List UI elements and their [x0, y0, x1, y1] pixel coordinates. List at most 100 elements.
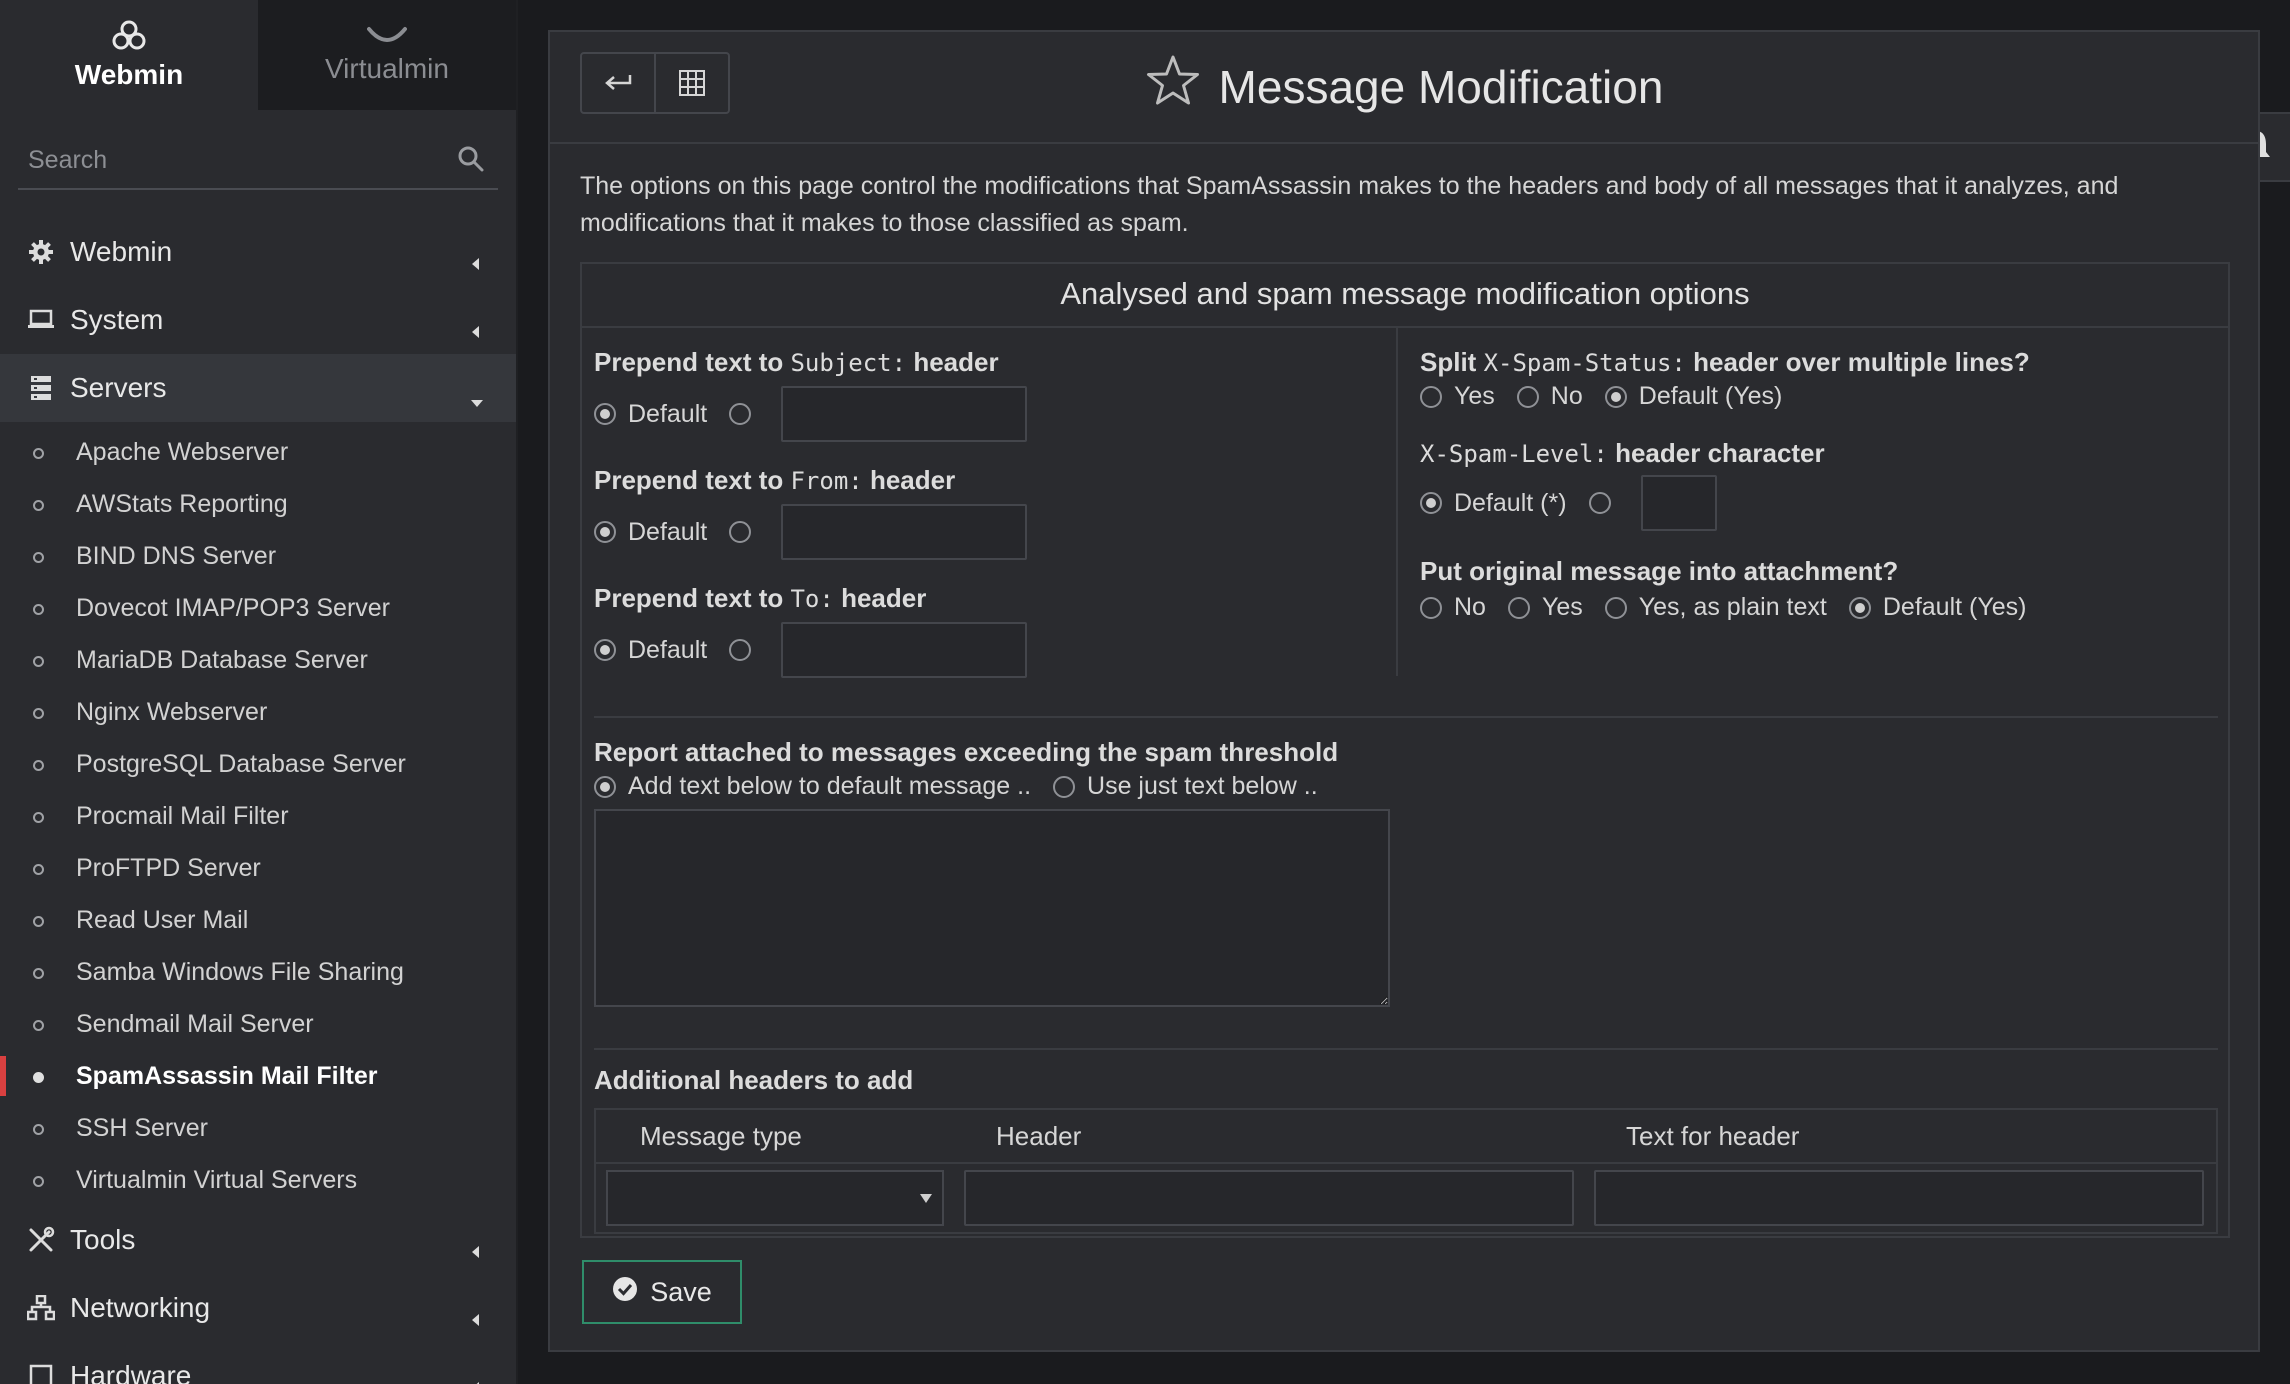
sidebar-item-procmail[interactable]: Procmail Mail Filter — [0, 790, 516, 842]
sidebar-item-ssh[interactable]: SSH Server — [0, 1102, 516, 1154]
sidebar-item-virtualmin-servers[interactable]: Virtualmin Virtual Servers — [0, 1154, 516, 1206]
sidebar-item-label: MariaDB Database Server — [76, 645, 368, 674]
page-title-wrap: Message Modification — [550, 54, 2258, 119]
radio-label: Default (Yes) — [1882, 593, 2027, 621]
header-options: Split X-Spam-Status: header over multipl… — [1420, 344, 2210, 642]
bullet-icon — [33, 656, 44, 667]
webmin-switch[interactable]: Webmin — [0, 0, 258, 110]
gear-icon — [26, 237, 56, 267]
save-button[interactable]: Save — [582, 1260, 742, 1324]
from-custom-radio[interactable] — [729, 521, 752, 543]
radio-label: Add text below to default message .. — [628, 772, 1032, 800]
sidebar-item-nginx[interactable]: Nginx Webserver — [0, 686, 516, 738]
webmin-switch-label: Webmin — [74, 59, 184, 90]
attach-no-radio[interactable] — [1420, 596, 1442, 619]
bullet-icon — [33, 812, 44, 823]
sidebar-category-servers[interactable]: Servers — [0, 354, 516, 422]
caret-left-icon — [470, 1370, 480, 1384]
bullet-icon — [33, 500, 44, 511]
spam-level-field: X-Spam-Level: header character Default (… — [1420, 435, 2210, 531]
sidebar-item-samba[interactable]: Samba Windows File Sharing — [0, 946, 516, 998]
header-name-input[interactable] — [964, 1170, 1574, 1226]
sidebar-item-read-user-mail[interactable]: Read User Mail — [0, 894, 516, 946]
sidebar-item-awstats[interactable]: AWStats Reporting — [0, 478, 516, 530]
label-code: X-Spam-Status: — [1483, 349, 1686, 377]
sidebar-item-label: AWStats Reporting — [76, 489, 288, 518]
radio-label: Yes, as plain text — [1638, 593, 1827, 621]
sidebar-category-tools[interactable]: Tools — [0, 1206, 516, 1274]
caret-left-icon — [470, 1302, 480, 1334]
split-no-radio[interactable] — [1516, 385, 1539, 408]
label-text: header character — [1615, 438, 1825, 468]
spam-level-char-input[interactable] — [1640, 475, 1717, 531]
split-default-radio[interactable] — [1604, 385, 1627, 408]
bullet-icon — [33, 708, 44, 719]
bullet-icon — [33, 604, 44, 615]
from-prepend-input[interactable] — [781, 504, 1028, 560]
server-icon — [26, 373, 56, 403]
from-default-radio[interactable] — [594, 521, 616, 543]
servers-submenu: Apache Webserver AWStats Reporting BIND … — [0, 426, 516, 1206]
field-label: Prepend text to To: header — [594, 580, 1384, 616]
sidebar-category-hardware[interactable]: Hardware — [0, 1342, 516, 1384]
level-custom-radio[interactable] — [1588, 492, 1611, 514]
subject-default-radio[interactable] — [594, 403, 616, 425]
split-yes-radio[interactable] — [1420, 385, 1442, 408]
to-prepend-input[interactable] — [781, 622, 1028, 678]
header-text-input[interactable] — [1594, 1170, 2204, 1226]
sidebar-category-networking[interactable]: Networking — [0, 1274, 516, 1342]
sidebar-item-dovecot[interactable]: Dovecot IMAP/POP3 Server — [0, 582, 516, 634]
to-default-radio[interactable] — [594, 639, 616, 661]
sidebar-item-apache[interactable]: Apache Webserver — [0, 426, 516, 478]
subject-prepend-field: Prepend text to Subject: header Default — [594, 344, 1384, 442]
sidebar-category-system[interactable]: System — [0, 286, 516, 354]
sidebar-item-bind[interactable]: BIND DNS Server — [0, 530, 516, 582]
sidebar-menu: Webmin System Servers Apache Webserver A… — [0, 218, 516, 1384]
star-icon[interactable] — [1145, 54, 1201, 119]
attachment-field: Put original message into attachment? No… — [1420, 553, 2210, 622]
virtualmin-switch-label: Virtualmin — [325, 53, 449, 84]
sidebar-item-mariadb[interactable]: MariaDB Database Server — [0, 634, 516, 686]
sidebar-category-webmin[interactable]: Webmin — [0, 218, 516, 286]
search-icon[interactable] — [458, 146, 484, 177]
report-add-radio[interactable] — [594, 775, 616, 798]
caret-left-icon — [470, 314, 480, 346]
report-textarea[interactable] — [594, 809, 1390, 1007]
sidebar-item-postgresql[interactable]: PostgreSQL Database Server — [0, 738, 516, 790]
radio-label: Yes — [1454, 382, 1495, 410]
radio-label: No — [1454, 593, 1486, 621]
subject-prepend-input[interactable] — [781, 386, 1028, 442]
bullet-icon — [33, 968, 44, 979]
virtualmin-switch[interactable]: Virtualmin — [258, 0, 516, 110]
sidebar-category-label: Networking — [70, 1292, 211, 1323]
dropdown-caret-icon — [920, 1194, 932, 1203]
network-icon — [26, 1293, 56, 1323]
sidebar-item-label: SpamAssassin Mail Filter — [76, 1061, 378, 1090]
radio-label: Yes — [1541, 593, 1583, 621]
to-custom-radio[interactable] — [729, 639, 752, 661]
sidebar-item-proftpd[interactable]: ProFTPD Server — [0, 842, 516, 894]
sidebar-item-label: Read User Mail — [76, 905, 249, 934]
sidebar-item-label: Procmail Mail Filter — [76, 801, 289, 830]
label-text: Prepend text to — [594, 347, 784, 377]
sidebar-category-label: Hardware — [70, 1360, 192, 1384]
level-default-radio[interactable] — [1420, 492, 1442, 514]
sidebar-item-sendmail[interactable]: Sendmail Mail Server — [0, 998, 516, 1050]
sidebar-item-spamassassin[interactable]: SpamAssassin Mail Filter — [0, 1050, 516, 1102]
sidebar-item-label: Samba Windows File Sharing — [76, 957, 404, 986]
sidebar-item-label: Dovecot IMAP/POP3 Server — [76, 593, 391, 622]
bullet-icon — [33, 916, 44, 927]
sidebar-item-label: BIND DNS Server — [76, 541, 277, 570]
check-circle-icon — [612, 1276, 638, 1309]
attach-default-radio[interactable] — [1848, 596, 1871, 619]
bullet-icon — [33, 448, 44, 459]
subject-custom-radio[interactable] — [729, 403, 752, 425]
attach-yes-radio[interactable] — [1507, 596, 1530, 619]
label-text: header — [913, 347, 999, 377]
panel-header: Message Modification — [550, 32, 2258, 144]
message-type-select[interactable] — [606, 1170, 944, 1226]
attach-plain-radio[interactable] — [1604, 596, 1627, 619]
sidebar-item-label: Nginx Webserver — [76, 697, 268, 726]
search-input[interactable] — [18, 144, 450, 176]
report-just-radio[interactable] — [1053, 775, 1076, 798]
